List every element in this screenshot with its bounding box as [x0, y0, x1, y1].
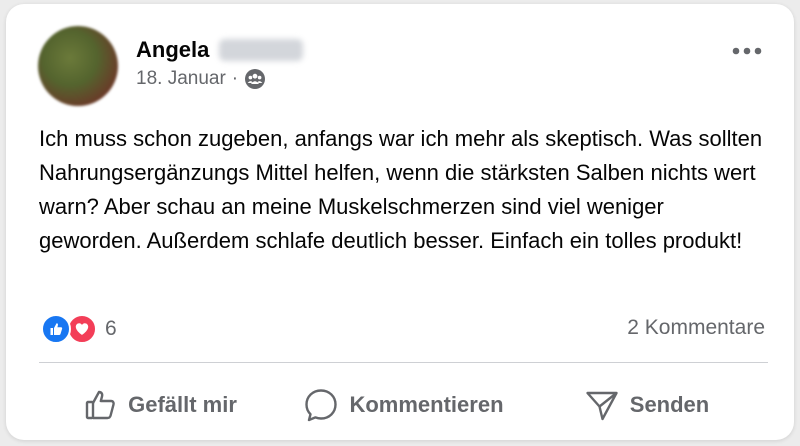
meta-separator: ·: [231, 68, 239, 89]
send-icon: [584, 387, 630, 423]
comments-count-link[interactable]: 2 Kommentare: [627, 316, 765, 340]
avatar[interactable]: [38, 26, 118, 106]
divider: [39, 362, 768, 363]
author-name[interactable]: Angela: [136, 37, 209, 63]
comment-button-label: Kommentieren: [349, 392, 504, 417]
send-button[interactable]: Senden: [525, 376, 768, 434]
post-date[interactable]: 18. Januar: [136, 68, 226, 90]
send-button-label: Senden: [629, 392, 710, 417]
post-meta: 18. Januar ·: [136, 68, 266, 90]
friends-icon[interactable]: [244, 68, 266, 90]
reactions-summary[interactable]: 6: [41, 314, 117, 344]
post-card: Angela 18. Januar · Ich muss schon zugeb…: [6, 4, 794, 440]
thumbs-up-icon: [84, 388, 128, 422]
post-actions-bar: Gefällt mir Kommentieren Senden: [39, 376, 768, 434]
reaction-count: 6: [105, 317, 117, 340]
like-button-label: Gefällt mir: [128, 392, 237, 417]
comment-button[interactable]: Kommentieren: [282, 376, 525, 434]
more-options-icon[interactable]: [730, 38, 764, 64]
like-reaction-icon: [41, 314, 71, 344]
post-text: Ich muss schon zugeben, anfangs war ich …: [39, 126, 763, 253]
comment-bubble-icon: [303, 387, 349, 423]
author-surname-redacted: [219, 39, 304, 61]
like-button[interactable]: Gefällt mir: [39, 376, 282, 434]
author-row: Angela: [136, 37, 304, 63]
love-reaction-icon: [67, 314, 97, 344]
